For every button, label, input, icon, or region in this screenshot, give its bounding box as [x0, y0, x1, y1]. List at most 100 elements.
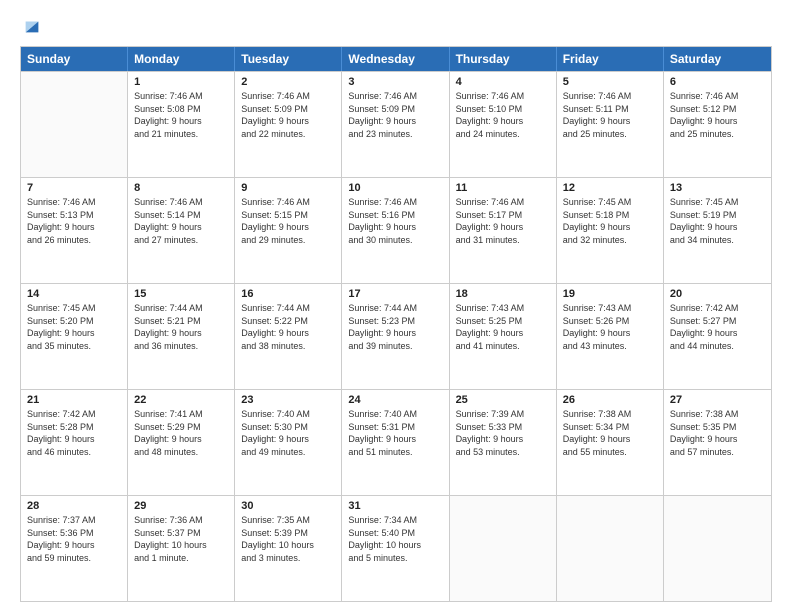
day-number: 26: [563, 394, 657, 406]
cell-info-line: Sunset: 5:30 PM: [241, 421, 335, 434]
calendar-row-4: 21 Sunrise: 7:42 AMSunset: 5:28 PM Dayligh…: [21, 389, 771, 495]
cell-info-line: Sunrise: 7:46 AM: [456, 196, 550, 209]
cell-info-line: Sunrise: 7:41 AM: [134, 408, 228, 421]
day-number: 21: [27, 394, 121, 406]
cell-info-line: and 53 minutes.: [456, 446, 550, 459]
header-day-saturday: Saturday: [664, 47, 771, 71]
cell-info-line: Sunset: 5:28 PM: [27, 421, 121, 434]
cell-info-line: Sunrise: 7:43 AM: [563, 302, 657, 315]
header-day-thursday: Thursday: [450, 47, 557, 71]
cell-info-line: and 25 minutes.: [563, 128, 657, 141]
cell-info-line: Sunrise: 7:42 AM: [27, 408, 121, 421]
cell-info-line: and 30 minutes.: [348, 234, 442, 247]
calendar-cell: 12Sunrise: 7:45 AMSunset: 5:18 PMDayligh…: [557, 178, 664, 283]
cell-info-line: Sunrise: 7:38 AM: [563, 408, 657, 421]
cell-info-line: Daylight: 9 hours: [456, 433, 550, 446]
cell-info-line: Sunset: 5:20 PM: [27, 315, 121, 328]
day-number: 25: [456, 394, 550, 406]
cell-info-line: and 55 minutes.: [563, 446, 657, 459]
cell-info-line: Sunrise: 7:46 AM: [241, 90, 335, 103]
cell-info-line: Sunset: 5:21 PM: [134, 315, 228, 328]
cell-info-line: Sunrise: 7:36 AM: [134, 514, 228, 527]
cell-info-line: Sunrise: 7:46 AM: [134, 196, 228, 209]
day-number: 13: [670, 182, 765, 194]
calendar-cell: 15Sunrise: 7:44 AMSunset: 5:21 PMDayligh…: [128, 284, 235, 389]
calendar-row-1: 1Sunrise: 7:46 AMSunset: 5:08 PMDaylight…: [21, 71, 771, 177]
cell-info-line: and 43 minutes.: [563, 340, 657, 353]
cell-info-line: and 51 minutes.: [348, 446, 442, 459]
calendar-cell: 25Sunrise: 7:39 AMSunset: 5:33 PMDayligh…: [450, 390, 557, 495]
cell-info-line: Sunset: 5:14 PM: [134, 209, 228, 222]
day-number: 15: [134, 288, 228, 300]
calendar-cell: [450, 496, 557, 601]
cell-info-line: Daylight: 10 hours: [348, 539, 442, 552]
calendar-cell: 13Sunrise: 7:45 AMSunset: 5:19 PMDayligh…: [664, 178, 771, 283]
calendar-cell: 30Sunrise: 7:35 AMSunset: 5:39 PMDayligh…: [235, 496, 342, 601]
calendar-cell: 5Sunrise: 7:46 AMSunset: 5:11 PMDaylight…: [557, 72, 664, 177]
cell-info-line: Sunset: 5:09 PM: [241, 103, 335, 116]
cell-info-line: and 48 minutes.: [134, 446, 228, 459]
day-number: 20: [670, 288, 765, 300]
calendar-row-2: 7Sunrise: 7:46 AMSunset: 5:13 PMDaylight…: [21, 177, 771, 283]
cell-info-line: Daylight: 9 hours: [241, 221, 335, 234]
calendar-cell: 2Sunrise: 7:46 AMSunset: 5:09 PMDaylight…: [235, 72, 342, 177]
cell-info-line: Daylight: 9 hours: [348, 221, 442, 234]
cell-info-line: and 49 minutes.: [241, 446, 335, 459]
cell-info-line: Sunset: 5:37 PM: [134, 527, 228, 540]
calendar-cell: 6Sunrise: 7:46 AMSunset: 5:12 PMDaylight…: [664, 72, 771, 177]
day-number: 17: [348, 288, 442, 300]
cell-info-line: Sunrise: 7:46 AM: [348, 90, 442, 103]
day-number: 5: [563, 76, 657, 88]
day-number: 12: [563, 182, 657, 194]
cell-info-line: Daylight: 9 hours: [563, 327, 657, 340]
cell-info-line: Sunset: 5:22 PM: [241, 315, 335, 328]
calendar: SundayMondayTuesdayWednesdayThursdayFrid…: [20, 46, 772, 602]
cell-info-line: Daylight: 9 hours: [241, 115, 335, 128]
cell-info-line: Sunset: 5:23 PM: [348, 315, 442, 328]
day-number: 6: [670, 76, 765, 88]
cell-info-line: Daylight: 9 hours: [456, 327, 550, 340]
calendar-cell: 17Sunrise: 7:44 AMSunset: 5:23 PMDayligh…: [342, 284, 449, 389]
calendar-header: SundayMondayTuesdayWednesdayThursdayFrid…: [21, 47, 771, 71]
calendar-cell: [21, 72, 128, 177]
cell-info-line: Sunrise: 7:45 AM: [563, 196, 657, 209]
calendar-body: 1Sunrise: 7:46 AMSunset: 5:08 PMDaylight…: [21, 71, 771, 601]
calendar-cell: 10Sunrise: 7:46 AMSunset: 5:16 PMDayligh…: [342, 178, 449, 283]
cell-info-line: Sunrise: 7:46 AM: [134, 90, 228, 103]
cell-info-line: Sunset: 5:40 PM: [348, 527, 442, 540]
cell-info-line: Sunset: 5:09 PM: [348, 103, 442, 116]
day-number: 19: [563, 288, 657, 300]
cell-info-line: and 1 minute.: [134, 552, 228, 565]
calendar-cell: 7Sunrise: 7:46 AMSunset: 5:13 PMDaylight…: [21, 178, 128, 283]
cell-info-line: and 31 minutes.: [456, 234, 550, 247]
cell-info-line: and 59 minutes.: [27, 552, 121, 565]
cell-info-line: and 21 minutes.: [134, 128, 228, 141]
calendar-cell: 18Sunrise: 7:43 AMSunset: 5:25 PMDayligh…: [450, 284, 557, 389]
cell-info-line: and 5 minutes.: [348, 552, 442, 565]
cell-info-line: Sunrise: 7:45 AM: [670, 196, 765, 209]
cell-info-line: Sunset: 5:27 PM: [670, 315, 765, 328]
header-day-sunday: Sunday: [21, 47, 128, 71]
cell-info-line: Sunset: 5:12 PM: [670, 103, 765, 116]
cell-info-line: and 32 minutes.: [563, 234, 657, 247]
calendar-row-3: 14Sunrise: 7:45 AMSunset: 5:20 PMDayligh…: [21, 283, 771, 389]
day-number: 28: [27, 500, 121, 512]
cell-info-line: Sunrise: 7:40 AM: [348, 408, 442, 421]
cell-info-line: Sunset: 5:18 PM: [563, 209, 657, 222]
day-number: 31: [348, 500, 442, 512]
day-number: 24: [348, 394, 442, 406]
cell-info-line: and 34 minutes.: [670, 234, 765, 247]
day-number: 8: [134, 182, 228, 194]
cell-info-line: Sunrise: 7:46 AM: [563, 90, 657, 103]
cell-info-line: and 26 minutes.: [27, 234, 121, 247]
calendar-cell: 20Sunrise: 7:42 AMSunset: 5:27 PMDayligh…: [664, 284, 771, 389]
cell-info-line: Daylight: 9 hours: [27, 327, 121, 340]
cell-info-line: Sunset: 5:16 PM: [348, 209, 442, 222]
cell-info-line: Daylight: 9 hours: [27, 221, 121, 234]
cell-info-line: Daylight: 9 hours: [670, 433, 765, 446]
calendar-cell: 3Sunrise: 7:46 AMSunset: 5:09 PMDaylight…: [342, 72, 449, 177]
cell-info-line: Daylight: 9 hours: [134, 221, 228, 234]
calendar-cell: 24Sunrise: 7:40 AMSunset: 5:31 PMDayligh…: [342, 390, 449, 495]
calendar-cell: [664, 496, 771, 601]
day-number: 30: [241, 500, 335, 512]
